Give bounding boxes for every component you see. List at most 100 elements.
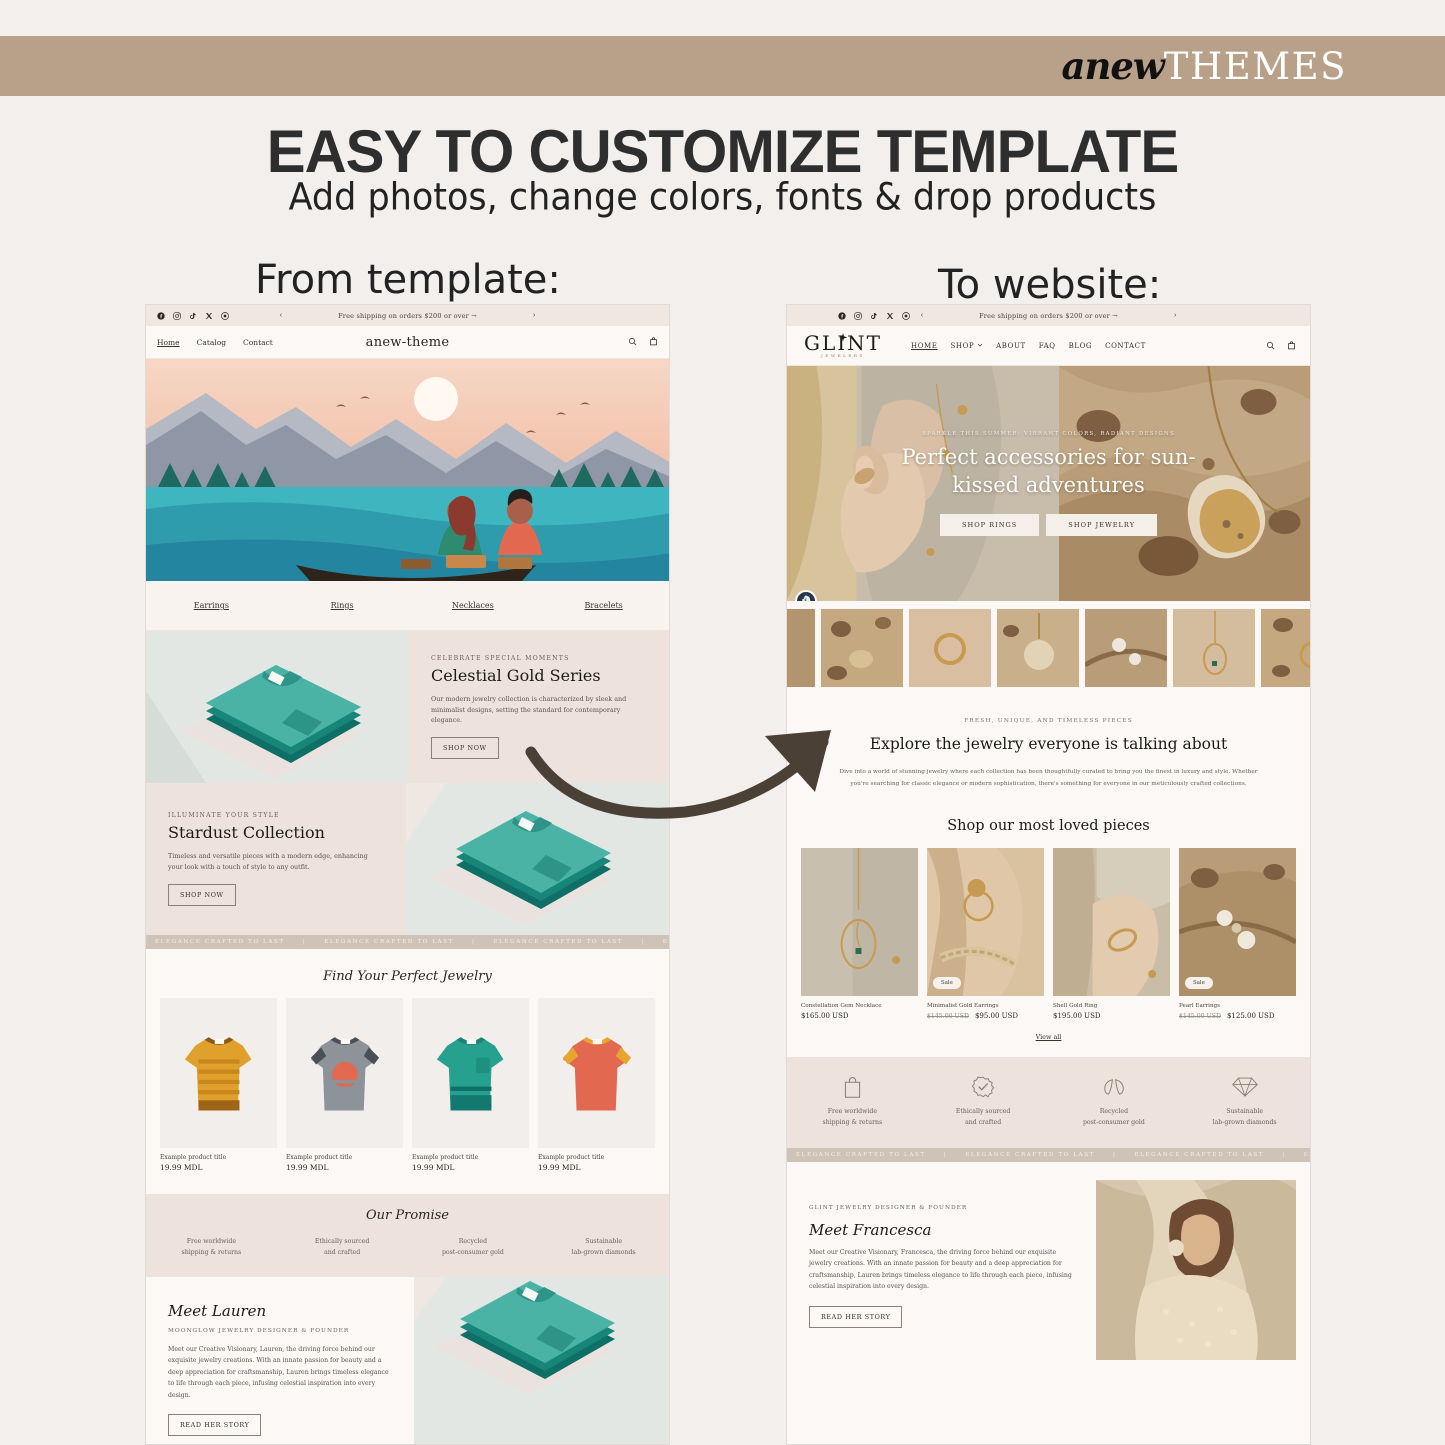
cart-icon[interactable] — [1287, 337, 1296, 355]
announcement-prev-arrow[interactable]: ‹ — [921, 312, 923, 319]
category-earrings[interactable]: Earrings — [146, 601, 277, 610]
about-name: Meet Lauren — [168, 1301, 267, 1320]
thumbnail-item[interactable] — [1261, 609, 1310, 687]
tiktok-icon[interactable] — [189, 312, 197, 320]
promise-line1: Free worldwide — [827, 1107, 878, 1115]
facebook-icon[interactable] — [838, 311, 846, 320]
instagram-icon[interactable] — [173, 311, 181, 320]
template-preview-panel: ‹ Free shipping on orders $200 or over →… — [145, 304, 670, 1445]
product-image-placeholder — [160, 998, 277, 1148]
sale-badge: Sale — [933, 976, 961, 989]
hero-overlay: SPARKLE THIS SUMMER: VIBRANT COLORS, RAD… — [787, 366, 1310, 601]
product-card[interactable]: Example product title 19.99 MDL — [160, 998, 277, 1172]
cart-icon[interactable] — [649, 333, 658, 351]
intro-body: Dive into a world of stunning jewelry wh… — [839, 769, 1258, 787]
search-icon[interactable] — [1266, 337, 1275, 355]
product-price: $195.00 USD — [1053, 1011, 1101, 1020]
product-card[interactable]: Example product title 19.99 MDL — [412, 998, 529, 1172]
shop-jewelry-button[interactable]: SHOP JEWELRY — [1046, 514, 1158, 537]
website-navbar: GLINT JEWELERS HOME SHOP ABOUT FAQ BLOG … — [787, 326, 1310, 366]
nav-item-contact[interactable]: CONTACT — [1105, 342, 1146, 350]
pinterest-icon[interactable] — [902, 311, 910, 320]
read-her-story-button[interactable]: READ HER STORY — [168, 1414, 262, 1437]
thumbnail-item[interactable] — [787, 609, 815, 687]
announcement-next-arrow[interactable]: › — [1174, 312, 1176, 319]
shopping-bag-icon — [787, 1075, 918, 1099]
nav-item-about[interactable]: ABOUT — [996, 342, 1026, 350]
promise-title: Our Promise — [365, 1208, 449, 1223]
product-card[interactable]: Shell Gold Ring $195.00 USD — [1053, 847, 1170, 1020]
x-icon[interactable] — [205, 312, 213, 320]
product-price: 19.99 MDL — [286, 1163, 329, 1172]
thumbnail-item[interactable] — [821, 609, 903, 687]
product-card[interactable]: Example product title 19.99 MDL — [538, 998, 655, 1172]
shop-rings-button[interactable]: SHOP RINGS — [939, 514, 1040, 537]
announcement-prev-arrow[interactable]: ‹ — [280, 312, 282, 319]
nav-item-faq[interactable]: FAQ — [1039, 342, 1056, 350]
about-role: GLINT JEWELRY DESIGNER & FOUNDER — [809, 1204, 968, 1211]
product-price-old: $145.00 USD — [927, 1012, 969, 1020]
about-role: MOONGLOW JEWELRY DESIGNER & FOUNDER — [168, 1327, 350, 1334]
product-card[interactable]: Constellation Gem Necklace $165.00 USD — [801, 847, 918, 1020]
product-price: $125.00 USD — [1226, 1011, 1275, 1020]
read-her-story-button[interactable]: READ HER STORY — [809, 1305, 903, 1328]
marquee-text: ELEGANCE CRAFTED TO LAST — [493, 939, 624, 945]
collection-image-placeholder-2 — [406, 783, 669, 935]
pinterest-icon[interactable] — [221, 311, 229, 320]
collection-shop-now-button-1[interactable]: SHOP NOW — [431, 736, 499, 759]
thumbnail-item[interactable] — [997, 609, 1079, 687]
brand-banner: anewTHEMES — [0, 36, 1445, 96]
collection-eyebrow-2: ILLUMINATE YOUR STYLE — [168, 812, 280, 820]
nav-item-home[interactable]: Home — [157, 338, 180, 347]
announcement-next-arrow[interactable]: › — [533, 312, 535, 319]
nav-item-blog[interactable]: BLOG — [1069, 342, 1093, 350]
thumbnail-item[interactable] — [1173, 609, 1255, 687]
promo-subheadline: Add photos, change colors, fonts & drop … — [288, 176, 1157, 220]
product-title: Example product title — [412, 1154, 479, 1161]
view-all-link[interactable]: View all — [787, 1019, 1310, 1057]
product-image-placeholder — [538, 998, 655, 1148]
product-price-row: $165.00 USD — [801, 1012, 918, 1020]
glint-logo[interactable]: GLINT JEWELERS — [801, 333, 885, 358]
product-title: Example product title — [538, 1154, 605, 1161]
promise-line1: Recycled — [458, 1238, 488, 1245]
nav-item-shop[interactable]: SHOP — [951, 342, 984, 350]
website-product-grid: Constellation Gem Necklace $165.00 USD S… — [787, 847, 1310, 1020]
product-card[interactable]: Sale Minimalist Gold Earrings $145.00 US… — [927, 847, 1044, 1020]
instagram-icon[interactable] — [854, 311, 862, 320]
website-preview-panel: ‹ Free shipping on orders $200 or over →… — [786, 304, 1311, 1445]
product-card[interactable]: Sale Pearl Earrings $145.00 USD $125.00 … — [1179, 847, 1296, 1020]
category-necklaces[interactable]: Necklaces — [408, 601, 539, 610]
logo-themes: THEMES — [1163, 45, 1347, 88]
about-image-placeholder — [414, 1276, 669, 1444]
category-rings[interactable]: Rings — [277, 601, 408, 610]
website-thumbnail-strip[interactable] — [787, 601, 1310, 696]
nav-item-home[interactable]: HOME — [911, 342, 938, 350]
template-nav-links: Home Catalog Contact — [157, 338, 273, 347]
nav-item-catalog[interactable]: Catalog — [197, 338, 226, 347]
facebook-icon[interactable] — [157, 311, 165, 320]
tiktok-icon[interactable] — [870, 312, 878, 320]
recycled-leaves-icon — [1049, 1075, 1180, 1099]
promise-line2: shipping & returns — [181, 1249, 242, 1257]
search-icon[interactable] — [628, 333, 637, 351]
nav-item-contact[interactable]: Contact — [243, 338, 273, 347]
collection-title-1: Celestial Gold Series — [431, 666, 601, 686]
promise-line2: and crafted — [324, 1249, 361, 1257]
marquee-text: ELEGANCE CRAFTED TO LAST — [662, 939, 669, 945]
collection-shop-now-button-2[interactable]: SHOP NOW — [168, 883, 236, 906]
template-social-icons — [157, 311, 229, 320]
category-bracelets[interactable]: Bracelets — [538, 601, 669, 610]
website-nav-links: HOME SHOP ABOUT FAQ BLOG CONTACT — [911, 342, 1146, 350]
check-seal-icon — [918, 1075, 1049, 1099]
promise-item: Recycled post-consumer gold — [408, 1236, 539, 1259]
promise-line2: post-consumer gold — [1082, 1119, 1145, 1127]
thumbnail-item[interactable] — [1085, 609, 1167, 687]
thumbnail-item[interactable] — [909, 609, 991, 687]
promise-line2: post-consumer gold — [441, 1249, 504, 1257]
about-image — [1096, 1179, 1296, 1360]
website-marquee: ELEGANCE CRAFTED TO LAST | ELEGANCE CRAFT… — [787, 1147, 1310, 1162]
x-icon[interactable] — [886, 312, 894, 320]
product-card[interactable]: Example product title 19.99 MDL — [286, 998, 403, 1172]
website-intro-section: FRESH, UNIQUE, AND TIMELESS PIECES Explo… — [787, 696, 1310, 810]
